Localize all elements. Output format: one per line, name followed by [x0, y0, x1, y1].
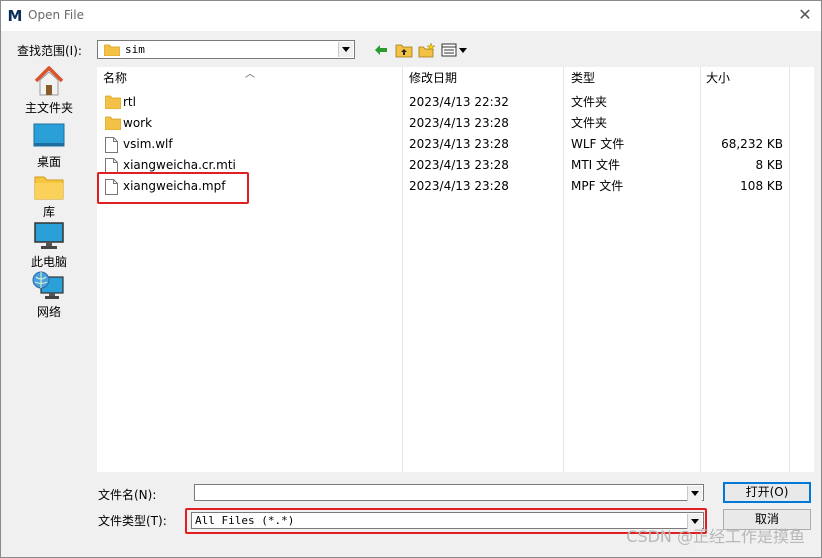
file-name: vsim.wlf — [123, 137, 173, 151]
desktop-icon — [33, 123, 65, 147]
look-in-value: sim — [125, 43, 145, 56]
file-date: 2023/4/13 23:28 — [409, 158, 509, 172]
file-icon — [105, 137, 118, 153]
place-label: 库 — [42, 205, 55, 219]
open-file-dialog: M Open File ✕ 查找范围(I): sim 主文件夹 桌面 库 此电脑… — [0, 0, 822, 558]
file-size: 68,232 KB — [721, 137, 783, 151]
library-icon — [34, 176, 64, 200]
file-date: 2023/4/13 23:28 — [409, 137, 509, 151]
column-header-name[interactable]: 名称 — [103, 67, 127, 89]
file-name: rtl — [123, 95, 136, 109]
chevron-down-icon[interactable] — [338, 42, 353, 57]
home-icon — [34, 66, 64, 96]
place-label: 网络 — [36, 305, 61, 319]
file-row[interactable]: vsim.wlf 2023/4/13 23:28 WLF 文件 68,232 K… — [97, 134, 814, 155]
filename-label: 文件名(N): — [98, 488, 157, 502]
filetype-label: 文件类型(T): — [98, 514, 167, 528]
highlight-box-filename — [97, 172, 249, 204]
file-date: 2023/4/13 23:28 — [409, 179, 509, 193]
file-date: 2023/4/13 23:28 — [409, 116, 509, 130]
file-list[interactable]: 名称 ︿ 修改日期 类型 大小 rtl 2023/4/13 22:32 文件夹 … — [97, 67, 814, 472]
window-title: Open File — [28, 8, 84, 22]
column-header-type[interactable]: 类型 — [571, 67, 595, 89]
file-type: MTI 文件 — [571, 158, 621, 172]
watermark: CSDN @正经工作是摸鱼 — [626, 527, 805, 546]
place-library[interactable]: 库 — [11, 173, 87, 220]
places-bar: 主文件夹 桌面 库 此电脑 网络 — [11, 65, 87, 475]
open-button[interactable]: 打开(O) — [723, 482, 811, 503]
sort-up-icon: ︿ — [245, 69, 255, 80]
place-label: 此电脑 — [30, 255, 67, 269]
file-size — [701, 92, 783, 113]
network-icon — [32, 271, 64, 299]
file-row[interactable]: work 2023/4/13 23:28 文件夹 — [97, 113, 814, 134]
file-size: 8 KB — [755, 158, 783, 172]
computer-icon — [34, 222, 64, 249]
back-arrow-icon[interactable] — [373, 41, 389, 59]
column-header-size[interactable]: 大小 — [706, 67, 730, 89]
place-home[interactable]: 主文件夹 — [11, 65, 87, 116]
file-size: 108 KB — [740, 179, 783, 193]
place-label: 桌面 — [36, 155, 61, 169]
place-this-pc[interactable]: 此电脑 — [11, 221, 87, 270]
file-date: 2023/4/13 22:32 — [409, 95, 509, 109]
place-label: 主文件夹 — [24, 101, 73, 115]
up-folder-icon[interactable] — [395, 41, 413, 59]
chevron-down-icon[interactable] — [687, 486, 702, 501]
file-type: WLF 文件 — [571, 137, 625, 151]
close-button[interactable]: ✕ — [797, 7, 813, 23]
column-header-date[interactable]: 修改日期 — [409, 67, 457, 89]
look-in-combo[interactable]: sim — [97, 40, 355, 59]
title-bar: M Open File ✕ — [1, 1, 821, 31]
place-network[interactable]: 网络 — [11, 271, 87, 320]
file-type: 文件夹 — [571, 116, 608, 130]
folder-icon — [104, 44, 120, 56]
file-name: work — [123, 116, 153, 130]
file-type: MPF 文件 — [571, 179, 624, 193]
app-logo-icon: M — [7, 7, 23, 25]
view-menu-icon[interactable] — [441, 41, 469, 59]
file-type: 文件夹 — [571, 95, 608, 109]
place-desktop[interactable]: 桌面 — [11, 121, 87, 170]
folder-icon — [105, 95, 121, 109]
filename-input[interactable] — [194, 484, 704, 501]
look-in-label: 查找范围(I): — [17, 44, 82, 58]
new-folder-icon[interactable] — [418, 41, 436, 59]
folder-icon — [105, 116, 121, 130]
file-size — [701, 113, 783, 134]
file-row[interactable]: rtl 2023/4/13 22:32 文件夹 — [97, 92, 814, 113]
